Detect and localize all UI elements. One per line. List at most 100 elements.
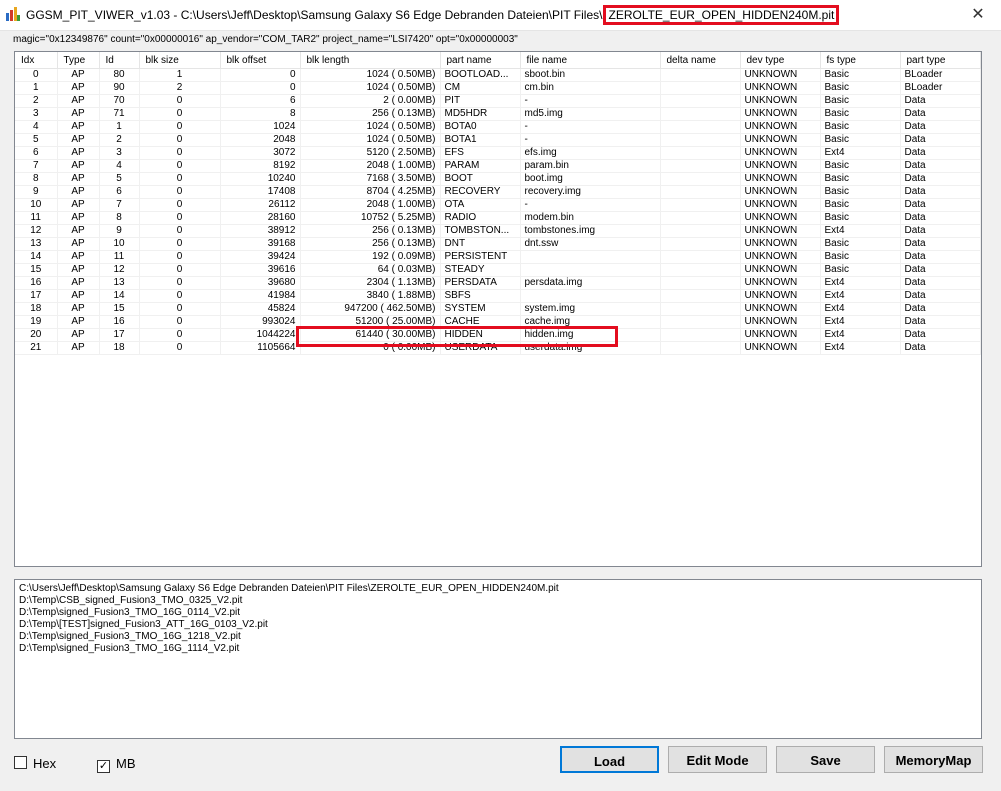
table-cell: AP	[57, 133, 100, 147]
table-cell: AP	[57, 211, 100, 225]
column-header[interactable]: fs type	[820, 52, 901, 69]
column-header[interactable]: Idx	[15, 52, 58, 69]
save-button[interactable]: Save	[776, 746, 875, 773]
table-cell: 7	[15, 159, 58, 173]
table-cell: 1024 ( 0.50MB)	[300, 68, 441, 82]
table-row[interactable]: 6 AP 3 0 3072 5120 ( 2.50MB) EFS efs.img UNKNOWN…	[15, 146, 981, 160]
table-cell: cache.img	[520, 315, 661, 329]
table-row[interactable]: 4 AP 1 0 1024 1024 ( 0.50MB) BOTA0- UNKNOWN Basi…	[15, 120, 981, 134]
table-row[interactable]: 19 AP 16 0 993024 51200 ( 25.00MB) CACHE cache.…	[15, 315, 981, 329]
table-cell: 7	[99, 198, 140, 212]
table-cell: 90	[99, 81, 140, 95]
table-cell: 0	[139, 276, 221, 290]
load-button[interactable]: Load	[560, 746, 659, 773]
column-header[interactable]: blk size	[139, 52, 221, 69]
table-cell: tombstones.img	[520, 224, 661, 238]
list-item[interactable]: D:\Temp\[TEST]signed_Fusion3_ATT_16G_010…	[15, 619, 981, 631]
table-cell: Basic	[820, 94, 901, 108]
table-cell: 10	[15, 198, 58, 212]
table-cell	[660, 133, 741, 147]
table-cell: 2	[15, 94, 58, 108]
table-cell: 5120 ( 2.50MB)	[300, 146, 441, 160]
list-item[interactable]: D:\Temp\signed_Fusion3_TMO_16G_1218_V2.p…	[15, 631, 981, 643]
table-cell: 0	[139, 302, 221, 316]
table-cell: AP	[57, 81, 100, 95]
memory-map-button[interactable]: MemoryMap	[884, 746, 983, 773]
table-row[interactable]: 3 AP 71 0 8 256 ( 0.13MB) MD5HDR md5.img UNKNOWN…	[15, 107, 981, 121]
table-cell: 2048 ( 1.00MB)	[300, 198, 441, 212]
table-cell: 16	[15, 276, 58, 290]
table-row[interactable]: 17 AP 14 0 41984 3840 ( 1.88MB) SBFS UNKNOWN Ext…	[15, 289, 981, 303]
hex-checkbox-box[interactable]	[14, 756, 27, 769]
table-row[interactable]: 13 AP 10 0 39168 256 ( 0.13MB) DNT dnt.ssw UNKNO…	[15, 237, 981, 251]
mb-checkbox-box[interactable]: ✓	[97, 760, 110, 773]
table-row[interactable]: 15 AP 12 0 39616 64 ( 0.03MB) STEADY UNKNOWN Bas…	[15, 263, 981, 277]
table-cell: 7168 ( 3.50MB)	[300, 172, 441, 186]
table-cell: 10752 ( 5.25MB)	[300, 211, 441, 225]
table-cell: Basic	[820, 172, 901, 186]
table-row[interactable]: 20 AP 17 0 1044224 61440 ( 30.00MB) HIDDEN hidd…	[15, 328, 981, 342]
table-cell: Basic	[820, 159, 901, 173]
table-cell: PARAM	[440, 159, 521, 173]
column-header[interactable]: part type	[900, 52, 981, 69]
table-cell: 5	[99, 172, 140, 186]
table-cell: CM	[440, 81, 521, 95]
table-row[interactable]: 5 AP 2 0 2048 1024 ( 0.50MB) BOTA1- UNKNOWN Basi…	[15, 133, 981, 147]
table-cell: 0	[139, 159, 221, 173]
file-list-items: C:\Users\Jeff\Desktop\Samsung Galaxy S6 …	[15, 580, 981, 655]
table-row[interactable]: 21 AP 18 0 1105664 0 ( 0.00MB) USERDATA userdat…	[15, 341, 981, 355]
list-item[interactable]: D:\Temp\signed_Fusion3_TMO_16G_1114_V2.p…	[15, 643, 981, 655]
table-cell: 1105664	[220, 341, 301, 355]
table-row[interactable]: 18 AP 15 0 45824 947200 ( 462.50MB) SYSTEM syst…	[15, 302, 981, 316]
table-cell: 0	[220, 81, 301, 95]
table-cell: modem.bin	[520, 211, 661, 225]
column-header[interactable]: Id	[99, 52, 140, 69]
table-cell: -	[520, 198, 661, 212]
list-item[interactable]: D:\Temp\signed_Fusion3_TMO_16G_0114_V2.p…	[15, 607, 981, 619]
table-cell: boot.img	[520, 172, 661, 186]
table-row[interactable]: 0 AP 80 1 0 1024 ( 0.50MB) BOOTLOAD... sboot.bi…	[15, 68, 981, 82]
column-header[interactable]: dev type	[740, 52, 821, 69]
recent-files-list[interactable]: C:\Users\Jeff\Desktop\Samsung Galaxy S6 …	[14, 579, 982, 739]
table-cell: 6	[220, 94, 301, 108]
table-row[interactable]: 11 AP 8 0 28160 10752 ( 5.25MB) RADIO modem.bin…	[15, 211, 981, 225]
table-cell: Data	[900, 289, 981, 303]
table-cell: Data	[900, 107, 981, 121]
table-row[interactable]: 2 AP 70 0 6 2 ( 0.00MB) PIT - UNKNOWN Basic Data	[15, 94, 981, 108]
table-cell	[660, 276, 741, 290]
edit-mode-button[interactable]: Edit Mode	[668, 746, 767, 773]
partition-table-view[interactable]: Idx Type Id blk size blk offset blk length par…	[14, 51, 982, 567]
column-header[interactable]: part name	[440, 52, 521, 69]
table-cell: BOOT	[440, 172, 521, 186]
list-item[interactable]: D:\Temp\CSB_signed_Fusion3_TMO_0325_V2.p…	[15, 595, 981, 607]
column-header[interactable]: Type	[57, 52, 100, 69]
table-cell: UNKNOWN	[740, 289, 821, 303]
mb-checkbox[interactable]: ✓ MB	[97, 756, 136, 773]
table-row[interactable]: 8 AP 5 0 10240 7168 ( 3.50MB) BOOT boot.img UNKN…	[15, 172, 981, 186]
list-item[interactable]: C:\Users\Jeff\Desktop\Samsung Galaxy S6 …	[15, 583, 981, 595]
column-header[interactable]: blk offset	[220, 52, 301, 69]
table-cell	[520, 289, 661, 303]
table-row[interactable]: 10 AP 7 0 26112 2048 ( 1.00MB) OTA - UNKNOWN Basi…	[15, 198, 981, 212]
table-cell: 4	[15, 120, 58, 134]
table-cell: sboot.bin	[520, 68, 661, 82]
table-row[interactable]: 1 AP 90 2 0 1024 ( 0.50MB) CM cm.bin UNKNOWN Basi…	[15, 81, 981, 95]
column-header[interactable]: blk length	[300, 52, 441, 69]
table-row[interactable]: 12 AP 9 0 38912 256 ( 0.13MB) TOMBSTON... tombs…	[15, 224, 981, 238]
table-cell: 0	[139, 237, 221, 251]
table-row[interactable]: 7 AP 4 0 8192 2048 ( 1.00MB) PARAM param.bin UNK…	[15, 159, 981, 173]
column-header[interactable]: file name	[520, 52, 661, 69]
table-cell: Basic	[820, 133, 901, 147]
table-cell	[520, 263, 661, 277]
table-cell: Basic	[820, 81, 901, 95]
close-button[interactable]: ✕	[955, 0, 1001, 29]
table-row[interactable]: 9 AP 6 0 17408 8704 ( 4.25MB) RECOVERY recovery…	[15, 185, 981, 199]
column-header[interactable]: delta name	[660, 52, 741, 69]
table-cell: 39424	[220, 250, 301, 264]
table-cell: 45824	[220, 302, 301, 316]
hex-checkbox[interactable]: Hex	[14, 756, 56, 771]
table-row[interactable]: 16 AP 13 0 39680 2304 ( 1.13MB) PERSDATA persda…	[15, 276, 981, 290]
table-cell: 256 ( 0.13MB)	[300, 237, 441, 251]
table-row[interactable]: 14 AP 11 0 39424 192 ( 0.09MB) PERSISTENT UNKNO…	[15, 250, 981, 264]
table-cell: UNKNOWN	[740, 146, 821, 160]
